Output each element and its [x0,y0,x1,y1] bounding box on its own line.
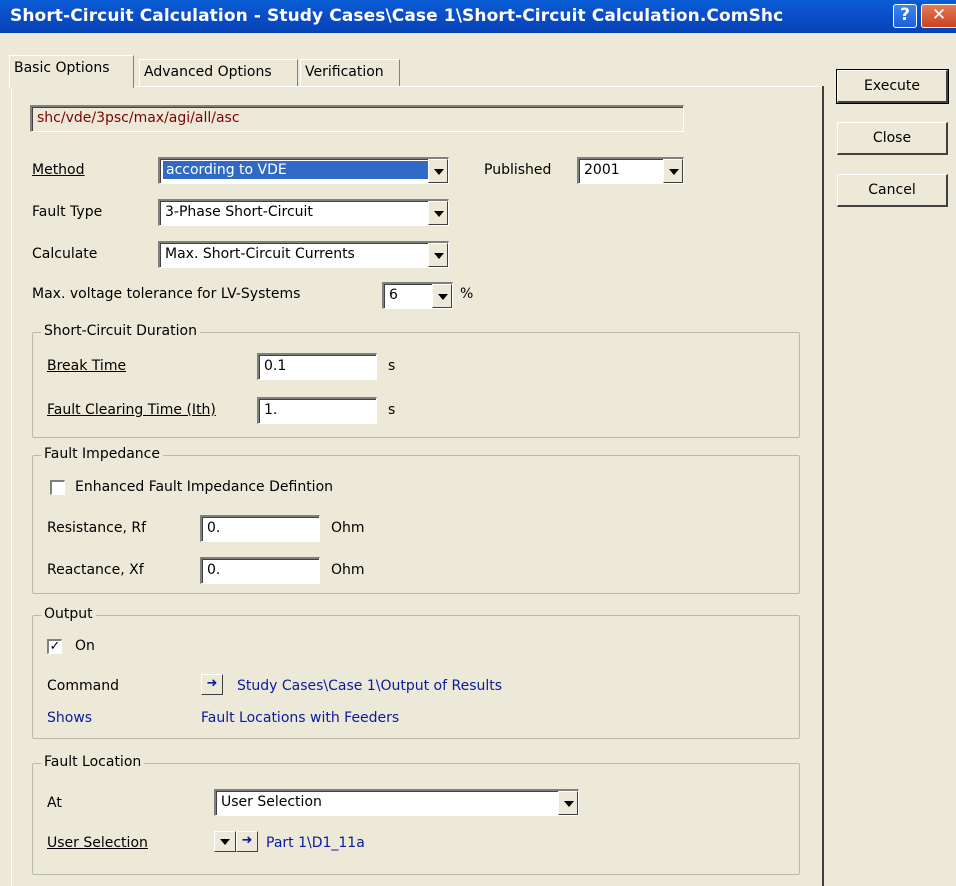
voltage-tolerance-select[interactable]: 6 [382,282,453,309]
published-select[interactable]: 2001 [577,157,684,184]
tab-label: Verification [305,64,384,80]
command-jump-button[interactable]: ➜ [201,674,223,695]
arrow-right-icon: ➜ [206,676,218,691]
clearing-time-unit: s [388,402,396,418]
reactance-unit: Ohm [331,562,365,578]
duration-group-title: Short-Circuit Duration [41,323,200,339]
break-time-label: Break Time [47,358,127,374]
user-selection-label: User Selection [47,835,148,851]
checkmark-icon: ✓ [49,639,61,654]
location-group-title: Fault Location [41,754,145,770]
output-group: Output [32,606,800,739]
calculate-label: Calculate [32,246,98,262]
clearing-time-input[interactable]: 1. [257,397,377,424]
command-value-link[interactable]: Study Cases\Case 1\Output of Results [237,678,502,694]
clearing-time-label: Fault Clearing Time (Ith) [47,402,216,418]
command-string-field: shc/vde/3psc/max/agi/all/asc [30,105,684,132]
resistance-label: Resistance, Rf [47,520,146,536]
voltage-tolerance-unit: % [460,286,474,302]
execute-button[interactable]: Execute [836,69,949,104]
tab-basic-options[interactable]: Basic Options [9,55,134,88]
enhanced-impedance-label: Enhanced Fault Impedance Defintion [75,479,334,495]
method-label: Method [32,162,85,178]
chevron-down-icon[interactable] [428,243,448,267]
tab-label: Advanced Options [144,64,272,80]
break-time-input[interactable]: 0.1 [257,353,377,380]
duration-group: Short-Circuit Duration [32,323,800,438]
resistance-unit: Ohm [331,520,365,536]
help-button[interactable]: ? [893,4,917,28]
user-selection-value-link[interactable]: Part 1\D1_11a [266,835,365,851]
chevron-down-icon[interactable] [428,201,448,225]
calculate-value: Max. Short-Circuit Currents [165,246,355,262]
window-title: Short-Circuit Calculation - Study Cases\… [10,6,784,26]
chevron-down-icon[interactable] [663,159,683,183]
arrow-right-icon: ➜ [241,833,253,848]
tab-verification[interactable]: Verification [300,59,400,87]
reactance-label: Reactance, Xf [47,562,144,578]
impedance-group-title: Fault Impedance [41,446,163,462]
published-label: Published [484,162,552,178]
user-selection-dropdown-button[interactable] [214,831,236,852]
impedance-group: Fault Impedance [32,446,800,594]
enhanced-impedance-checkbox[interactable] [50,480,65,495]
fault-type-value: 3-Phase Short-Circuit [165,204,313,220]
chevron-down-icon[interactable] [428,159,448,183]
panel-edge [822,86,824,886]
output-group-title: Output [41,606,96,622]
tab-label: Basic Options [14,60,110,76]
chevron-down-icon[interactable] [432,284,452,308]
shows-label: Shows [47,710,93,726]
close-window-button[interactable]: ✕ [921,4,956,28]
voltage-tolerance-label: Max. voltage tolerance for LV-Systems [32,286,301,302]
tab-advanced-options[interactable]: Advanced Options [139,59,298,87]
resistance-input[interactable]: 0. [200,515,320,542]
at-select[interactable]: User Selection [214,789,579,816]
command-label: Command [47,678,119,694]
close-icon: ✕ [931,5,947,25]
fault-type-select[interactable]: 3-Phase Short-Circuit [158,199,449,226]
location-group: Fault Location [32,754,800,875]
method-value: according to VDE [162,160,446,180]
break-time-unit: s [388,358,396,374]
title-bar: Short-Circuit Calculation - Study Cases\… [0,0,956,33]
chevron-down-icon[interactable] [558,791,578,815]
output-on-checkbox[interactable]: ✓ [47,639,62,654]
at-label: At [47,795,62,811]
at-value: User Selection [221,794,322,810]
method-select[interactable]: according to VDE [158,157,449,184]
shows-value: Fault Locations with Feeders [201,710,400,726]
cancel-button[interactable]: Cancel [837,174,948,207]
help-icon: ? [900,5,910,25]
fault-type-label: Fault Type [32,204,103,220]
reactance-input[interactable]: 0. [200,557,320,584]
close-button[interactable]: Close [837,122,948,155]
calculate-select[interactable]: Max. Short-Circuit Currents [158,241,449,268]
user-selection-jump-button[interactable]: ➜ [236,831,258,852]
output-on-label: On [75,638,95,654]
